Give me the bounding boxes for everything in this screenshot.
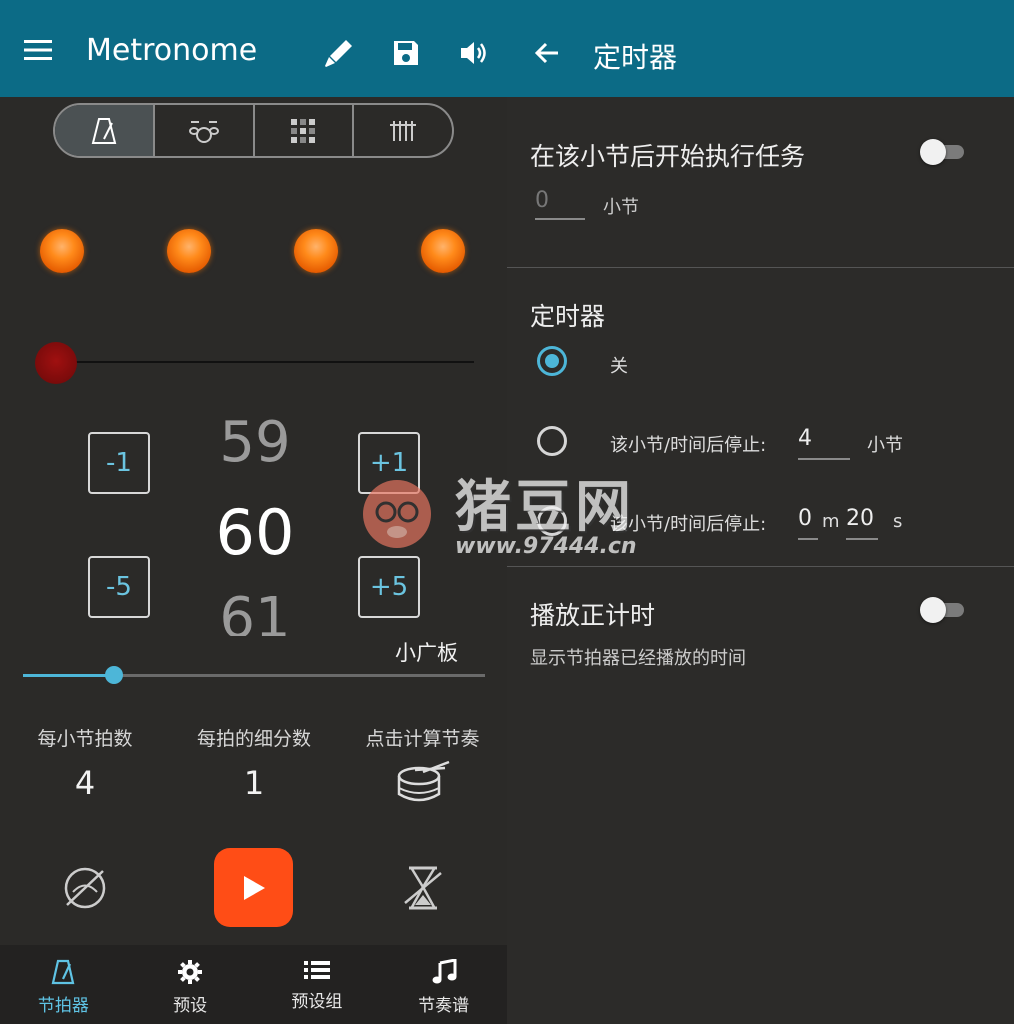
bpm-previous[interactable]: 59 <box>190 410 320 470</box>
timer-header: 定时器 <box>530 302 606 331</box>
nav-label: 预设组 <box>291 992 343 1012</box>
tempo-slider-fill <box>23 674 114 677</box>
timer-off-radio[interactable] <box>537 346 567 376</box>
count-up-label: 播放正计时 <box>530 601 656 630</box>
mode-switcher <box>53 103 454 158</box>
menu-icon[interactable] <box>22 38 54 62</box>
bpm-next[interactable]: 61 <box>190 586 320 636</box>
volume-icon[interactable] <box>458 38 490 68</box>
save-icon[interactable] <box>391 38 421 68</box>
count-up-toggle[interactable] <box>920 593 966 627</box>
bar-progress-track <box>76 361 474 363</box>
count-up-description: 显示节拍器已经播放的时间 <box>530 648 746 669</box>
timer-time-radio[interactable] <box>537 506 567 536</box>
timer-time-label: 该小节/时间后停止: <box>610 514 767 535</box>
nav-preset-groups[interactable]: 预设组 <box>254 945 381 1024</box>
timer-bars-radio[interactable] <box>537 426 567 456</box>
stop-bars-unit: 小节 <box>867 435 903 456</box>
tempo-slider-track[interactable] <box>114 674 485 677</box>
seconds-unit: s <box>893 511 903 532</box>
bpm-current[interactable]: 60 <box>190 496 320 569</box>
beat-light <box>40 229 84 273</box>
nav-metronome[interactable]: 节拍器 <box>0 945 127 1024</box>
drum-icon[interactable] <box>392 757 454 807</box>
metronome-icon <box>91 117 117 144</box>
nav-label: 节奏谱 <box>418 996 470 1016</box>
timer-off-label: 关 <box>610 356 628 377</box>
music-note-icon <box>432 959 457 984</box>
mode-mixer[interactable] <box>354 105 452 156</box>
bar-progress-dot <box>35 342 77 384</box>
metronome-screen: Metronome -1 -5 +1 +5 59 60 61 小广板 每小节拍数… <box>0 0 507 1024</box>
mute-icon[interactable] <box>60 864 110 912</box>
subdivision-value[interactable]: 1 <box>188 764 320 802</box>
mode-metronome[interactable] <box>55 105 155 156</box>
brush-icon[interactable] <box>321 38 355 68</box>
divider <box>507 566 1014 567</box>
subdivision-label: 每拍的细分数 <box>196 728 311 750</box>
tap-tempo-label: 点击计算节奏 <box>365 728 480 750</box>
app-title: Metronome <box>86 33 258 68</box>
plus-5-button[interactable]: +5 <box>358 556 420 618</box>
nav-presets[interactable]: 预设 <box>127 945 254 1024</box>
list-icon <box>303 961 330 979</box>
timer-options: 定时器 关 该小节/时间后停止: 4 小节 该小节/时间后停止: 0 m 20 … <box>507 0 1014 1024</box>
mode-grid[interactable] <box>255 105 355 156</box>
beat-light <box>294 229 338 273</box>
drumkit-icon <box>188 120 219 143</box>
bottom-navigation: 节拍器 预设 预设组 节奏谱 <box>0 945 507 1024</box>
grid-icon <box>291 118 316 143</box>
play-icon <box>243 875 265 900</box>
plus-1-button[interactable]: +1 <box>358 432 420 494</box>
nav-label: 节拍器 <box>37 996 89 1016</box>
minus-1-button[interactable]: -1 <box>88 432 150 494</box>
beat-light <box>421 229 465 273</box>
tempo-name: 小广板 <box>395 641 458 665</box>
play-button[interactable] <box>214 848 293 927</box>
minutes-unit: m <box>822 511 840 532</box>
beats-per-bar-value[interactable]: 4 <box>20 764 150 802</box>
tempo-slider-thumb[interactable] <box>105 666 123 684</box>
metronome-icon <box>51 959 75 985</box>
mixer-icon <box>390 120 417 141</box>
beats-per-bar-label: 每小节拍数 <box>37 728 133 750</box>
stop-bars-input[interactable]: 4 <box>798 426 850 460</box>
mode-drumkit[interactable] <box>155 105 255 156</box>
stop-minutes-input[interactable]: 0 <box>798 506 818 540</box>
hourglass-icon[interactable] <box>400 864 446 912</box>
minus-5-button[interactable]: -5 <box>88 556 150 618</box>
app-bar: Metronome <box>0 0 507 97</box>
beat-light <box>167 229 211 273</box>
stop-seconds-input[interactable]: 20 <box>846 506 878 540</box>
nav-label: 预设 <box>173 996 208 1016</box>
gear-icon <box>178 960 203 984</box>
nav-rhythm[interactable]: 节奏谱 <box>380 945 507 1024</box>
timer-bars-label: 该小节/时间后停止: <box>610 435 767 456</box>
